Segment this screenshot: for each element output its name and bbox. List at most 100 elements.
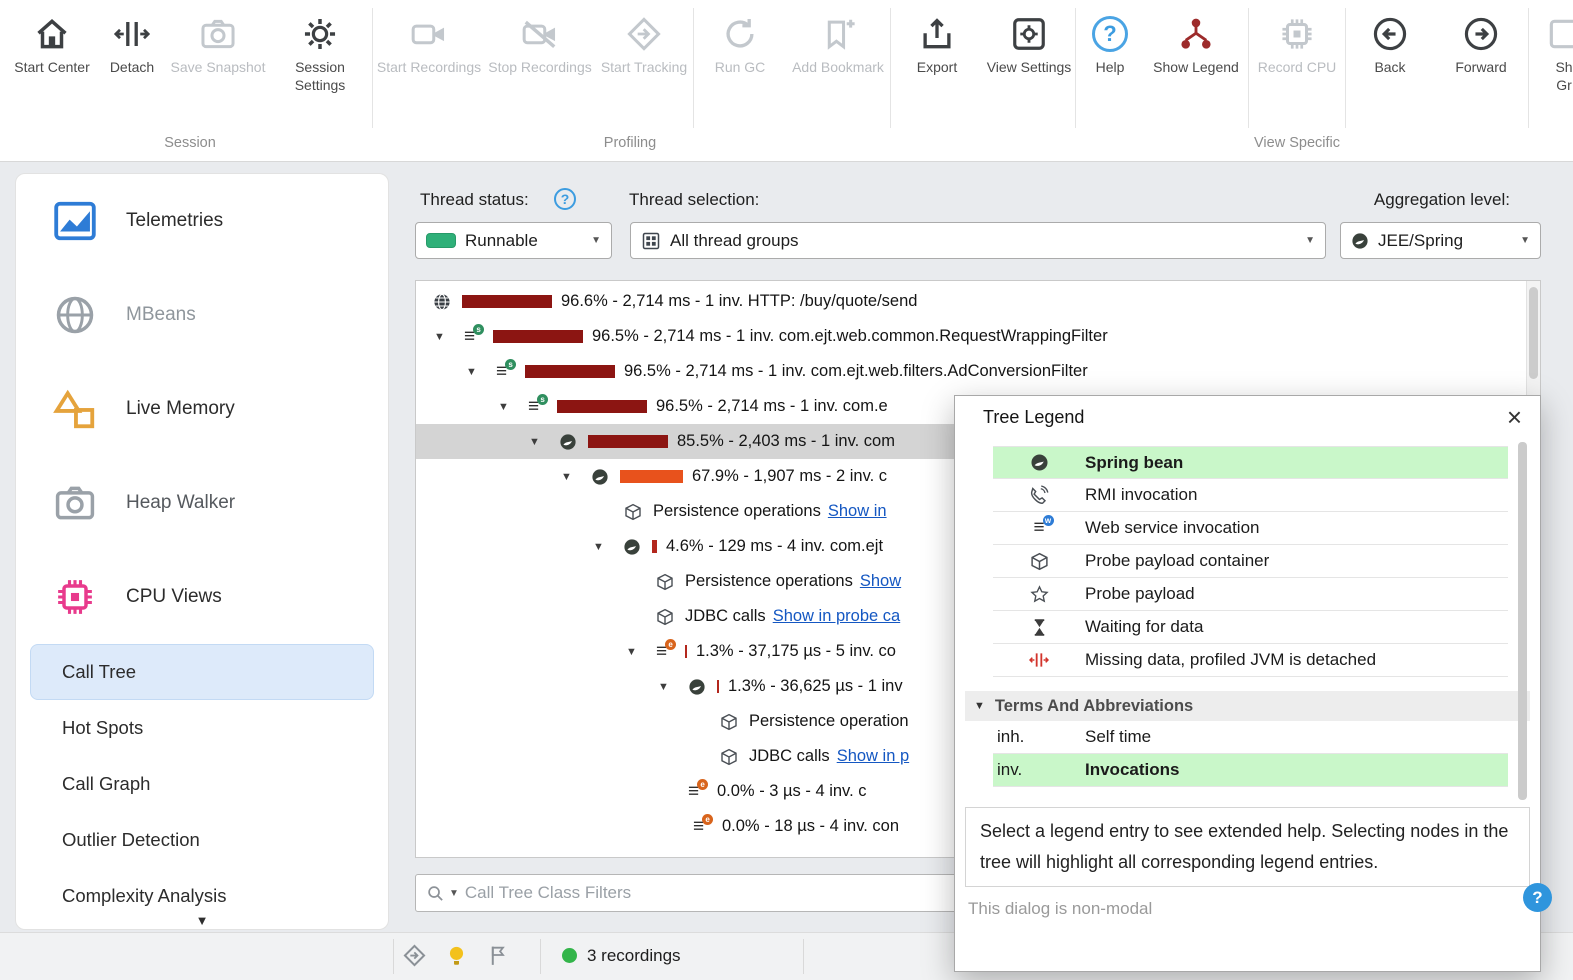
scrollbar-thumb[interactable] [1529, 287, 1538, 379]
time-bar [652, 540, 657, 553]
detach-button[interactable]: Detach [96, 0, 168, 77]
filter-help-icon[interactable]: ? [1523, 883, 1552, 912]
term-row-inh[interactable]: inh. Self time [993, 721, 1508, 754]
probe-container-icon [720, 748, 749, 766]
thread-selection-dropdown[interactable]: All thread groups ▼ [630, 222, 1326, 259]
session-settings-button[interactable]: Session Settings [268, 0, 372, 94]
sidebar-item-label: Heap Walker [126, 492, 236, 513]
terms-header-label: Terms And Abbreviations [994, 696, 1194, 715]
memory-shapes-icon [52, 386, 98, 432]
legend-entry-probe-container[interactable]: Probe payload container [993, 545, 1508, 578]
terms-section-header[interactable]: ▼ Terms And Abbreviations [965, 691, 1530, 721]
detach-icon [114, 14, 150, 54]
button-label: Help [1095, 59, 1125, 75]
thread-status-label: Thread status: [420, 190, 529, 209]
button-label: Start Center [14, 59, 90, 75]
show-graph-button[interactable]: Sh Gr [1529, 0, 1573, 94]
probe-container-icon [624, 503, 653, 521]
collapse-arrow-icon[interactable]: ▼ [561, 471, 591, 483]
call-tree-node[interactable]: ▼ ≡ s 96.5% - 2,714 ms - 1 inv. com.ejt.w… [416, 319, 1540, 354]
show-in-probe-link[interactable]: Show in p [837, 747, 909, 766]
back-button[interactable]: Back [1346, 0, 1434, 77]
show-in-probe-link[interactable]: Show in [828, 502, 887, 521]
legend-entry-waiting[interactable]: Waiting for data [993, 611, 1508, 644]
legend-entry-label: Probe payload [1085, 584, 1195, 603]
term-row-inv[interactable]: inv. Invocations [993, 754, 1508, 787]
thread-status-dropdown[interactable]: Runnable ▼ [415, 222, 612, 259]
button-label: Sh Gr [1555, 59, 1573, 93]
export-button[interactable]: Export [891, 0, 983, 77]
star-icon [993, 585, 1085, 604]
sidebar-item-hot-spots[interactable]: Hot Spots [16, 700, 388, 756]
search-options-chevron-icon[interactable]: ▼ [449, 888, 459, 899]
collapse-arrow-icon[interactable]: ▼ [593, 541, 623, 553]
node-text: JDBC calls [685, 607, 766, 625]
terms-table: inh. Self time inv. Invocations [993, 721, 1508, 787]
export-icon [918, 14, 956, 54]
node-text: 96.6% - 2,714 ms - 1 inv. HTTP: /buy/quo… [561, 292, 918, 310]
sidebar-item-mbeans[interactable]: MBeans [16, 268, 388, 362]
telemetries-chart-icon [52, 198, 98, 244]
back-arrow-icon [1371, 14, 1409, 54]
sidebar-item-outlier-detection[interactable]: Outlier Detection [16, 812, 388, 868]
legend-entry-missing-data[interactable]: Missing data, profiled JVM is detached [993, 644, 1508, 677]
button-label: Start Recordings [376, 59, 482, 75]
collapse-arrow-icon[interactable]: ▼ [626, 646, 656, 658]
close-icon[interactable]: × [1507, 404, 1522, 430]
record-cpu-button: Record CPU [1249, 0, 1345, 77]
toolbar-group-label: View Specific [1254, 135, 1340, 151]
help-button[interactable]: ? Help [1076, 0, 1144, 77]
dialog-titlebar[interactable]: Tree Legend × [955, 396, 1540, 438]
sidebar-item-cpu-views[interactable]: CPU Views [16, 550, 388, 644]
camera-icon [52, 480, 98, 526]
sidebar-item-live-memory[interactable]: Live Memory [16, 362, 388, 456]
home-icon [33, 14, 71, 54]
show-in-probe-link[interactable]: Show [860, 572, 901, 591]
sidebar-item-telemetries[interactable]: Telemetries [16, 174, 388, 268]
probe-tracking-icon[interactable] [402, 943, 427, 973]
bookmark-bulb-icon[interactable] [444, 943, 469, 973]
time-bar [620, 470, 683, 483]
collapse-arrow-icon[interactable]: ▼ [658, 681, 688, 693]
show-legend-button[interactable]: Show Legend [1144, 0, 1248, 77]
thread-status-help-icon[interactable]: ? [554, 188, 576, 210]
aggregation-level-dropdown[interactable]: JEE/Spring ▼ [1340, 222, 1541, 259]
collapse-arrow-icon[interactable]: ▼ [466, 366, 496, 378]
legend-entry-probe-payload[interactable]: Probe payload [993, 578, 1508, 611]
call-tree-node[interactable]: 96.6% - 2,714 ms - 1 inv. HTTP: /buy/quo… [416, 284, 1540, 319]
node-text: 96.5% - 2,714 ms - 1 inv. com.ejt.web.fi… [624, 362, 1088, 380]
call-tree-node[interactable]: ▼ ≡ s 96.5% - 2,714 ms - 1 inv. com.ejt.w… [416, 354, 1540, 389]
flag-icon[interactable] [486, 943, 511, 973]
sidebar-item-call-tree[interactable]: Call Tree [30, 644, 374, 700]
aggregation-level-label: Aggregation level: [1373, 190, 1510, 209]
forward-button[interactable]: Forward [1434, 0, 1528, 77]
legend-table: Spring bean RMI invocation ≡ w Web servic… [993, 446, 1508, 677]
view-settings-button[interactable]: View Settings [983, 0, 1075, 77]
node-text: Persistence operations [685, 572, 853, 590]
collapse-arrow-icon[interactable]: ▼ [529, 436, 559, 448]
dialog-scrollbar-thumb[interactable] [1518, 442, 1527, 800]
spring-bean-icon [559, 433, 588, 451]
button-label: Session Settings [294, 59, 346, 93]
legend-entry-rmi[interactable]: RMI invocation [993, 479, 1508, 512]
legend-entry-spring-bean[interactable]: Spring bean [993, 446, 1508, 479]
time-bar [717, 680, 719, 693]
scroll-down-arrow-icon[interactable]: ▼ [165, 913, 239, 928]
sidebar-item-label: Call Tree [62, 661, 137, 682]
recordings-count-label[interactable]: 3 recordings [587, 946, 681, 966]
term-label: Invocations [1085, 760, 1180, 779]
collapse-arrow-icon[interactable]: ▼ [498, 401, 528, 413]
globe-icon [52, 292, 98, 338]
sidebar-item-call-graph[interactable]: Call Graph [16, 756, 388, 812]
phone-waves-icon [993, 485, 1085, 505]
start-center-button[interactable]: Start Center [8, 0, 96, 77]
chevron-down-icon: ▼ [591, 235, 601, 246]
search-icon [426, 884, 445, 903]
button-label: Record CPU [1257, 59, 1337, 75]
collapse-arrow-icon[interactable]: ▼ [434, 331, 464, 343]
legend-entry-web-service[interactable]: ≡ w Web service invocation [993, 512, 1508, 545]
add-bookmark-button: Add Bookmark [786, 0, 890, 77]
node-text: 1.3% - 36,625 µs - 1 inv [728, 677, 903, 695]
sidebar-item-heap-walker[interactable]: Heap Walker [16, 456, 388, 550]
show-in-probe-link[interactable]: Show in probe ca [773, 607, 901, 626]
